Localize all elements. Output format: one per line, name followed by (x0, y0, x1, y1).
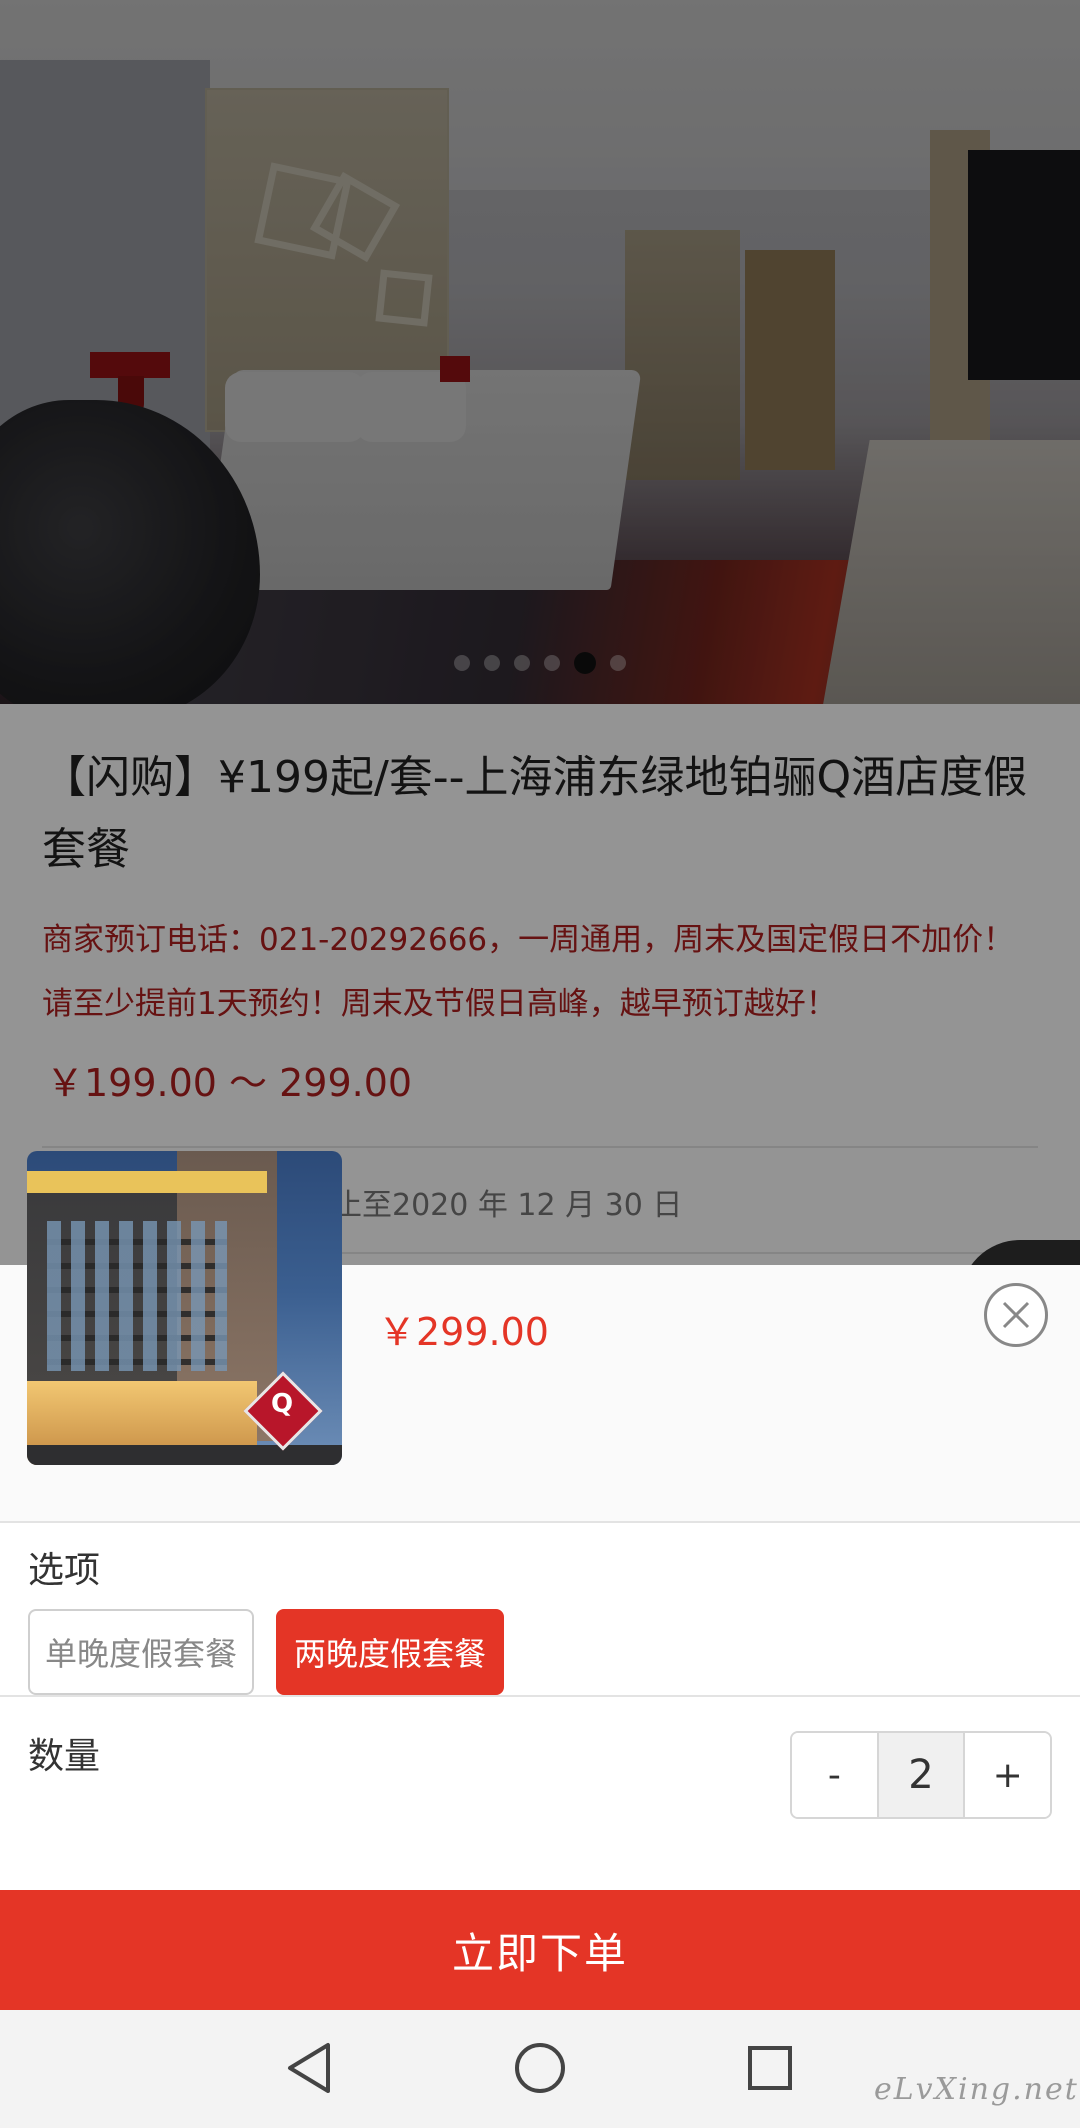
modal-scrim[interactable] (0, 0, 1080, 1265)
option-single-night[interactable]: 单晚度假套餐 (28, 1609, 254, 1695)
options-section: 选项 单晚度假套餐 两晚度假套餐 (0, 1523, 1080, 1697)
order-now-button[interactable]: 立即下单 (0, 1890, 1080, 2010)
decrement-button[interactable]: - (792, 1733, 877, 1817)
hotel-logo-mark: Q (270, 1389, 294, 1419)
recents-square-icon[interactable] (740, 2038, 800, 2098)
back-triangle-icon[interactable] (279, 2038, 339, 2098)
close-icon (1002, 1301, 1030, 1329)
option-two-night[interactable]: 两晚度假套餐 (276, 1609, 504, 1695)
options-label: 选项 (28, 1550, 101, 1591)
increment-button[interactable]: + (965, 1733, 1050, 1817)
quantity-stepper: - 2 + (790, 1731, 1052, 1819)
quantity-value[interactable]: 2 (876, 1733, 966, 1817)
product-thumbnail: Q (27, 1151, 342, 1465)
system-nav-bar (0, 2010, 1080, 2128)
selected-price: ￥299.00 (378, 1310, 549, 1354)
close-button[interactable] (984, 1283, 1048, 1347)
page: 【闪购】¥199起/套--上海浦东绿地铂骊Q酒店度假套餐 商家预订电话：021-… (0, 0, 1080, 2128)
watermark: eLvXing.net (874, 2072, 1079, 2107)
quantity-section: 数量 - 2 + (0, 1697, 1080, 1853)
home-circle-icon[interactable] (510, 2038, 570, 2098)
quantity-label: 数量 (28, 1736, 101, 1777)
